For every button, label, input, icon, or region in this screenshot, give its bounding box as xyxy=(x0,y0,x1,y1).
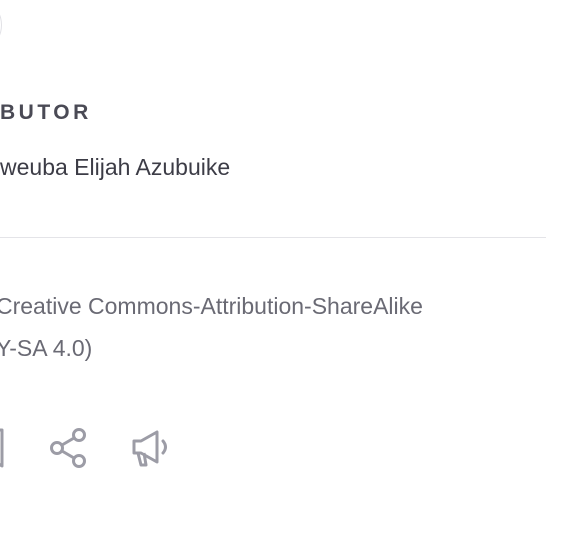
megaphone-icon xyxy=(132,430,167,467)
announce-button[interactable] xyxy=(130,426,174,470)
bookmark-icon xyxy=(0,428,4,468)
partial-circle-icon xyxy=(0,7,2,43)
license-line-2: Y-SA 4.0) xyxy=(0,335,93,361)
share-button[interactable] xyxy=(48,426,92,470)
divider xyxy=(0,237,546,238)
contributor-name[interactable]: weuba Elijah Azubuike xyxy=(0,154,230,181)
license-line-1: Creative Commons-Attribution-ShareAlike xyxy=(0,293,423,319)
license-text[interactable]: Creative Commons-Attribution-ShareAlike … xyxy=(0,285,556,369)
bookmark-button[interactable] xyxy=(0,426,14,470)
share-icon xyxy=(50,428,86,468)
contributor-label: BUTOR xyxy=(0,101,92,124)
